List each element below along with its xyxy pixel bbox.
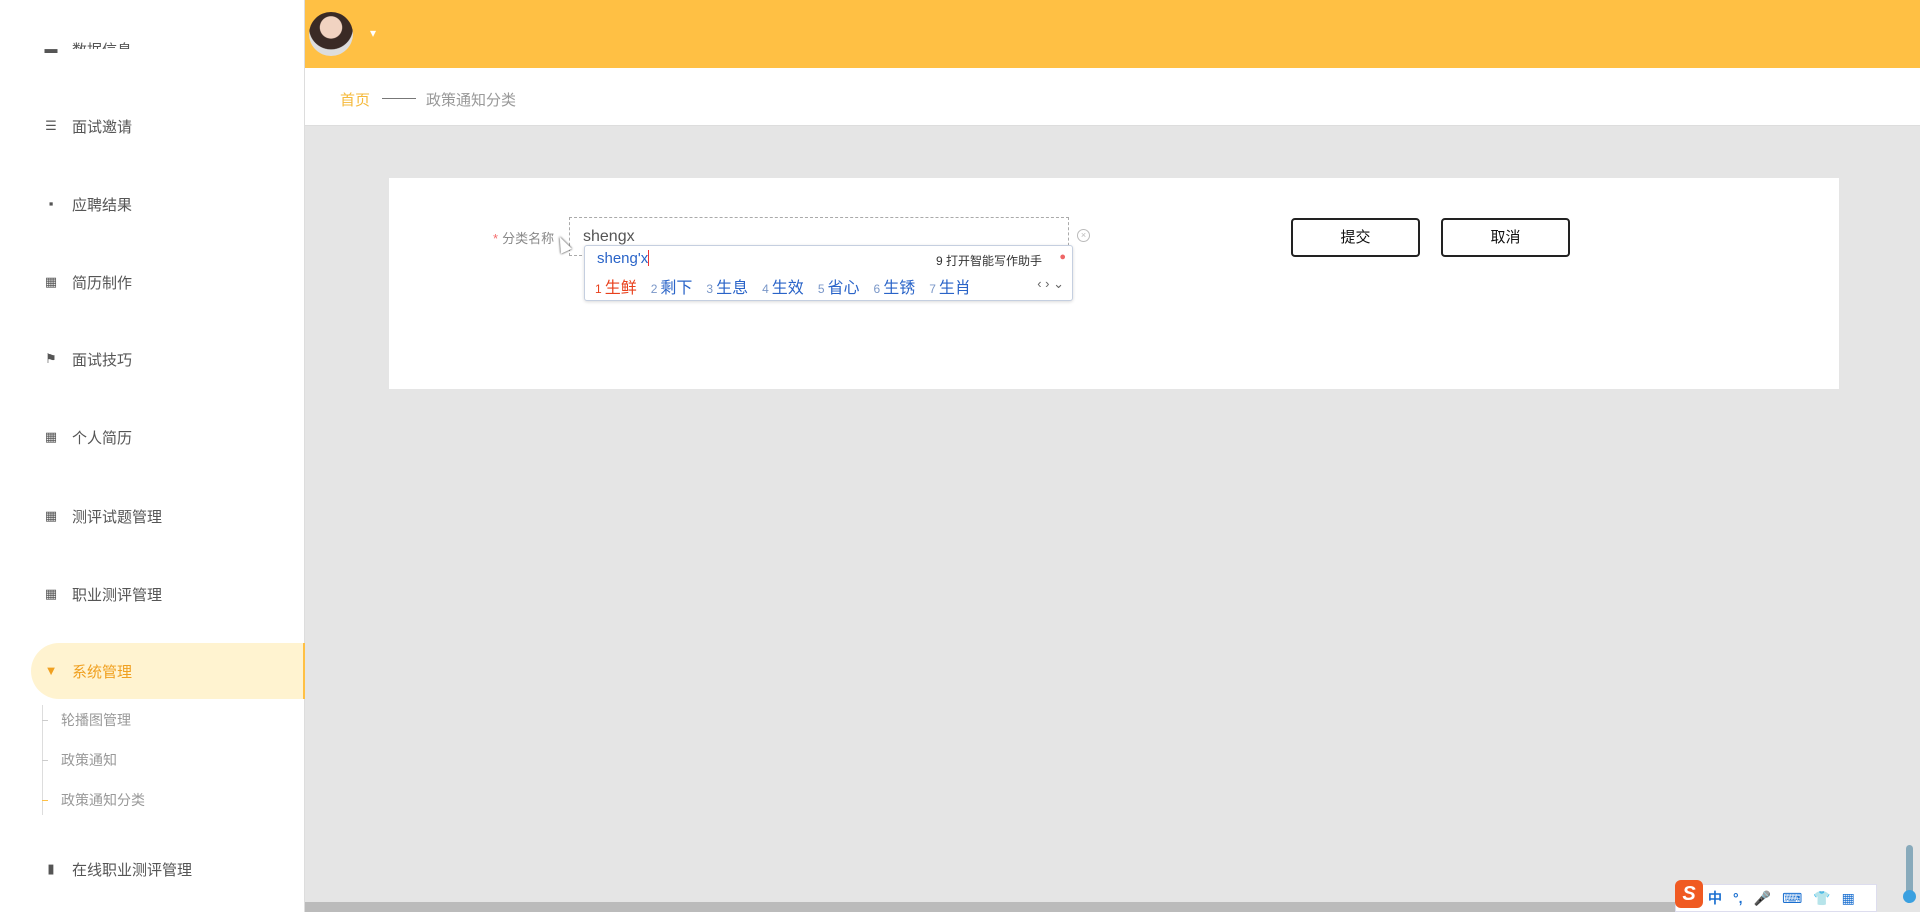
sliders-icon: ☰ [45, 118, 57, 133]
apps-icon[interactable]: ▦ [1842, 890, 1855, 907]
top-header [305, 0, 1920, 68]
submenu-tick [42, 800, 48, 801]
ime-candidate[interactable]: 2 剩下 [651, 274, 693, 298]
sidebar-item-online-assessment[interactable]: ▮ 在线职业测评管理 [0, 849, 305, 889]
ime-candidate[interactable]: 1 生鲜 [595, 274, 637, 298]
candidate-number: 7 [929, 282, 936, 296]
candidate-text: 生鲜 [604, 280, 637, 297]
ime-assistant-link[interactable]: 9 打开智能写作助手 [936, 252, 1042, 269]
punctuation-icon[interactable]: °, [1733, 890, 1743, 906]
ime-candidate[interactable]: 7 生肖 [929, 274, 971, 298]
candidate-number: 6 [873, 282, 881, 296]
sidebar-item-questions[interactable]: ▦ 测评试题管理 [0, 496, 305, 536]
bar-chart-icon: ▮ [47, 861, 55, 876]
candidate-number: 4 [762, 282, 769, 296]
candidate-text: 省心 [827, 280, 860, 297]
candidate-number: 5 [817, 282, 825, 296]
clear-icon[interactable]: × [1077, 229, 1090, 242]
skin-icon[interactable]: 👕 [1813, 890, 1830, 907]
ime-page-nav[interactable]: ‹ › ⌄ [1037, 276, 1064, 292]
submit-button[interactable]: 提交 [1291, 218, 1420, 257]
mascot-icon: ● [1059, 251, 1066, 263]
flag-icon: ⚑ [45, 351, 57, 366]
candidate-text: 生肖 [938, 280, 971, 297]
breadcrumb-home[interactable]: 首页 [340, 89, 370, 110]
candidate-text: 生效 [771, 280, 804, 297]
microphone-icon[interactable]: 🎤 [1754, 890, 1771, 907]
grid-icon: ▦ [44, 586, 58, 601]
breadcrumb-separator [382, 98, 416, 99]
submenu-carousel[interactable]: 轮播图管理 [61, 710, 131, 730]
chinese-mode-icon[interactable]: 中 [1708, 888, 1722, 908]
sidebar-item-tips[interactable]: ⚑ 面试技巧 [0, 339, 305, 379]
sidebar-item-resume[interactable]: ▦ 个人简历 [0, 417, 305, 457]
ime-candidate[interactable]: 3 生息 [706, 274, 748, 298]
ime-composition: sheng'x [597, 250, 649, 267]
sidebar-item-interview-invite[interactable]: ☰ 面试邀请 [0, 106, 305, 146]
sidebar-item-data[interactable]: ▬ 数据信息 [0, 29, 305, 69]
candidate-text: 生锈 [883, 280, 916, 297]
breadcrumb [305, 68, 1920, 126]
system-icon: ▼ [44, 663, 58, 678]
breadcrumb-current: 政策通知分类 [426, 92, 517, 109]
ime-toolbar: 中 °, 🎤 ⌨ 👕 ▦ [1675, 884, 1877, 912]
candidate-text: 生息 [716, 280, 749, 297]
keyboard-icon[interactable]: ⌨ [1782, 890, 1802, 907]
horizontal-scrollbar[interactable] [305, 902, 1675, 912]
sidebar-item-system[interactable]: ▼ 系统管理 [31, 643, 305, 699]
candidate-text: 剩下 [660, 280, 693, 297]
candidate-number: 2 [650, 282, 658, 296]
submenu-policy[interactable]: 政策通知 [61, 750, 117, 770]
avatar[interactable] [309, 12, 353, 56]
required-mark: * [493, 231, 499, 246]
sidebar-item-assessment[interactable]: ▦ 职业测评管理 [0, 574, 305, 614]
grid-icon: ▦ [44, 274, 58, 289]
ime-candidate[interactable]: 4 生效 [762, 274, 804, 298]
label-text: 分类名称 [502, 231, 555, 246]
submenu-policy-category[interactable]: 政策通知分类 [61, 790, 145, 810]
candidate-number: 1 [595, 282, 602, 296]
submenu-tick [42, 720, 48, 721]
chat-icon: ▪ [48, 196, 54, 211]
ime-candidate[interactable]: 6 生锈 [874, 274, 916, 298]
sidebar-item-results[interactable]: ▪ 应聘结果 [0, 184, 305, 224]
sidebar: ▬ 数据信息 ☰ 面试邀请 ▪ 应聘结果 ▦ 简历制作 ⚑ 面试技巧 ▦ 个人简历 ▦ 测评试… [0, 0, 305, 912]
caret-down-icon[interactable]: ▾ [370, 26, 376, 40]
grid-icon: ▦ [44, 429, 58, 444]
sogou-logo-icon[interactable]: S [1675, 880, 1703, 908]
candidate-number: 3 [706, 282, 714, 296]
slider-knob[interactable] [1903, 890, 1916, 903]
grid-icon: ▦ [44, 508, 58, 523]
ime-candidate[interactable]: 5 省心 [818, 274, 860, 298]
sidebar-item-resume-make[interactable]: ▦ 简历制作 [0, 262, 305, 302]
cancel-button[interactable]: 取消 [1441, 218, 1570, 257]
ime-candidate-popup: sheng'x 9 打开智能写作助手 ● 1 生鲜 2 剩下 3 生息 4 生效 5 省心… [584, 245, 1073, 301]
category-name-label: * 分类名称 [493, 228, 554, 247]
list-icon: ▬ [44, 41, 58, 56]
submenu-tick [42, 760, 48, 761]
